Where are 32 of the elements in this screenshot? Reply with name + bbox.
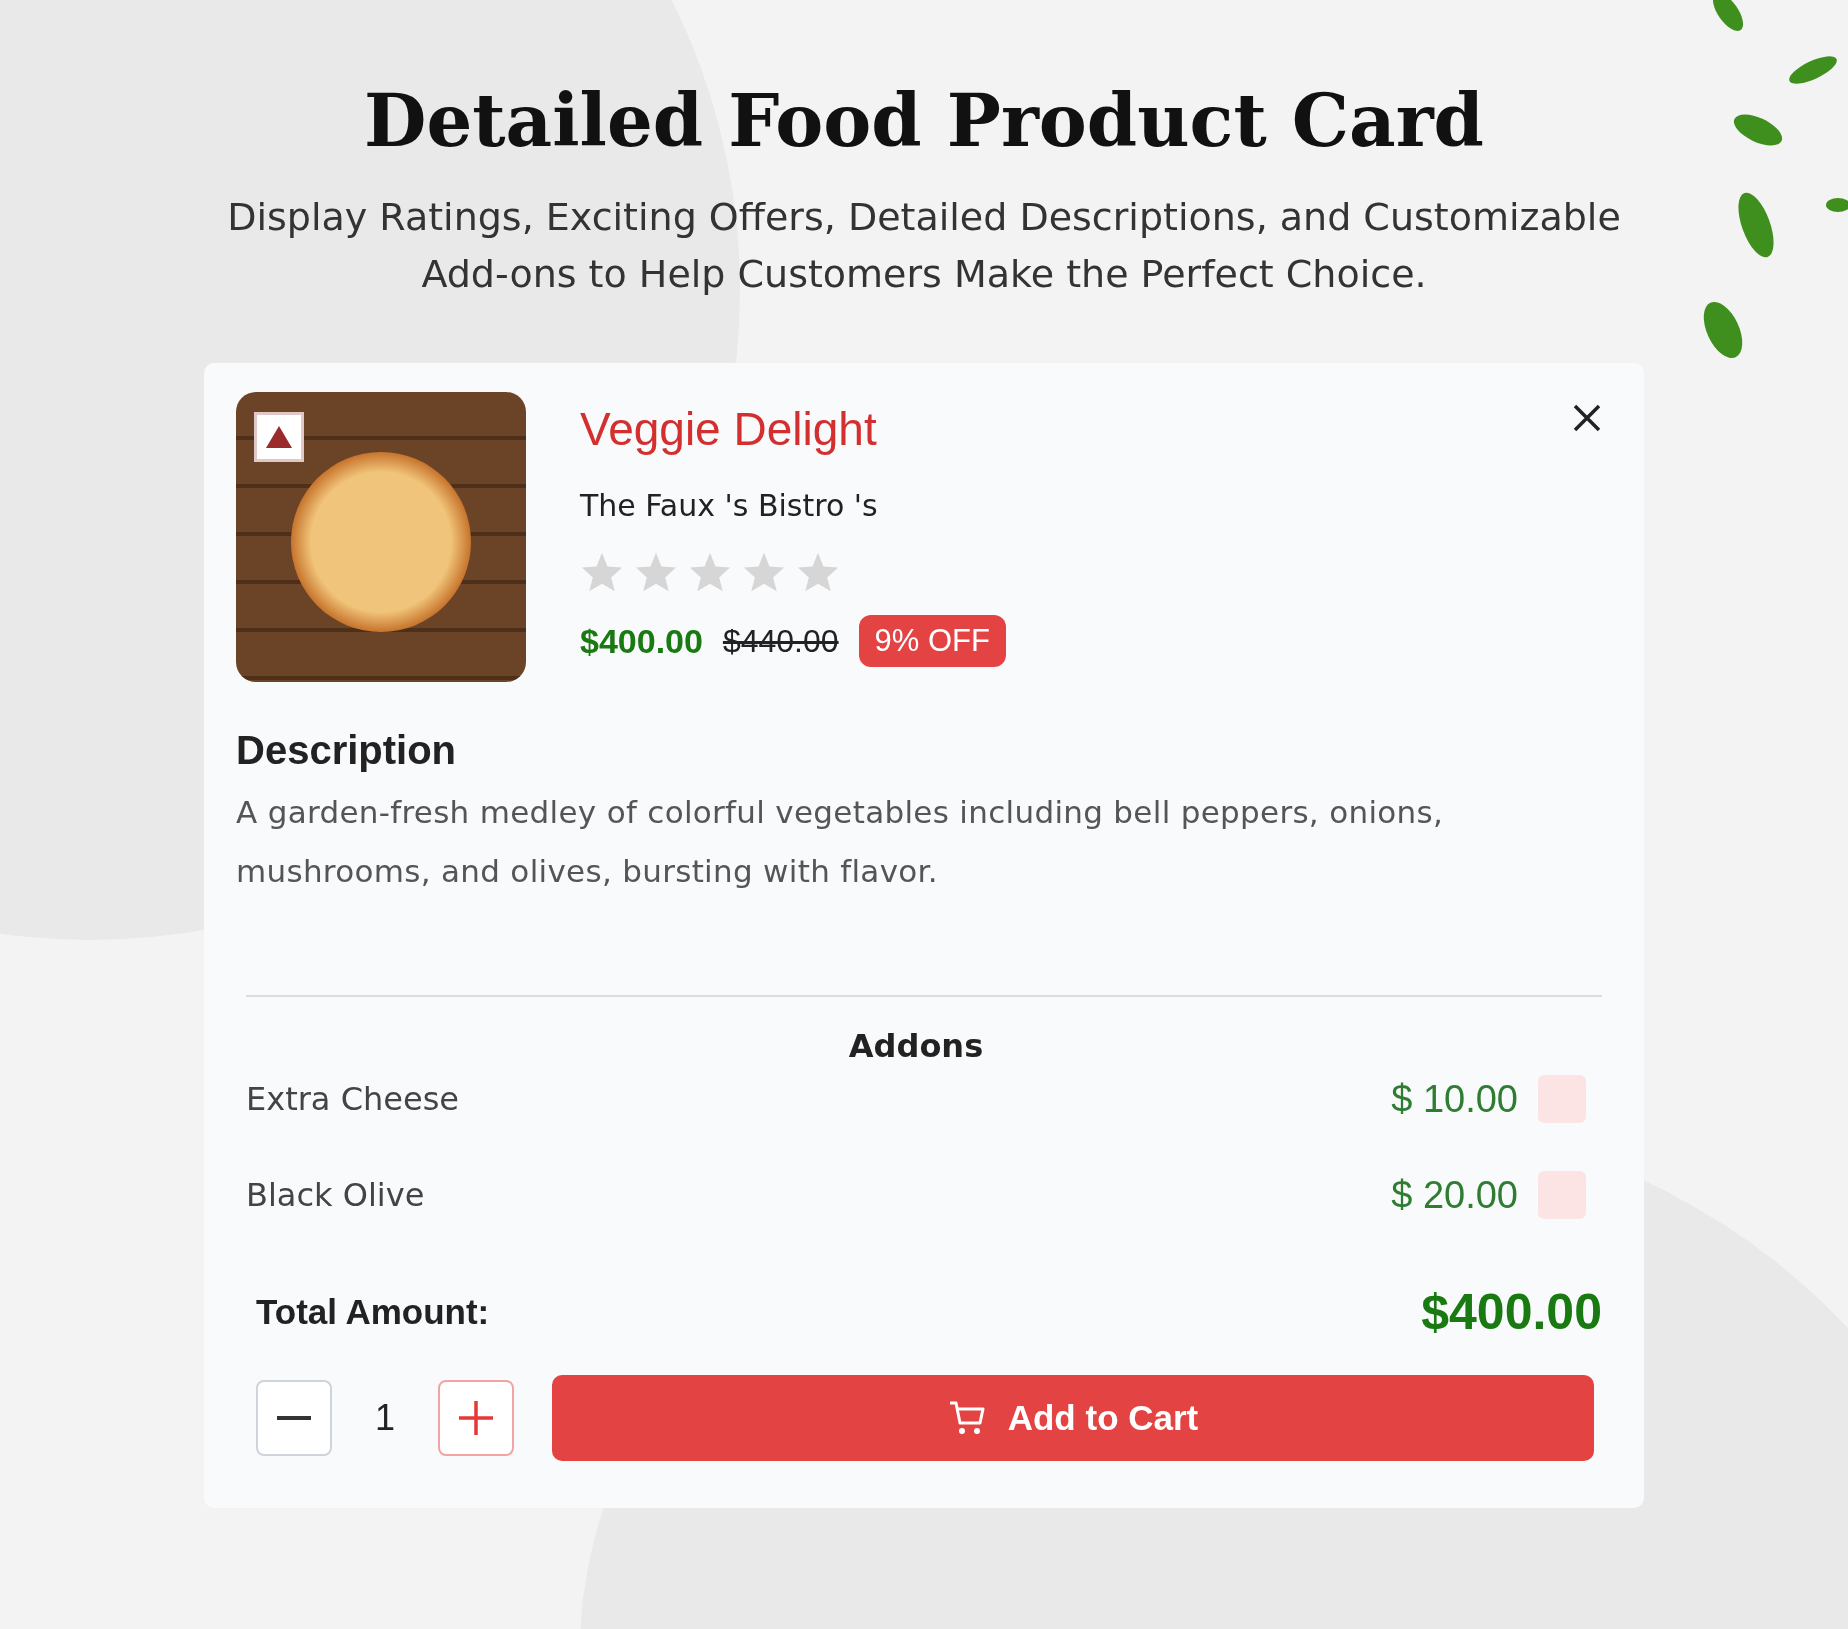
addon-price: $ 20.00 — [1391, 1173, 1518, 1217]
total-amount: $400.00 — [1421, 1283, 1602, 1341]
discount-badge: 9% OFF — [858, 615, 1006, 667]
cart-icon — [947, 1400, 986, 1436]
star-icon — [580, 551, 624, 593]
product-name: Veggie Delight — [580, 402, 878, 456]
description-heading: Description — [236, 728, 458, 773]
old-price: $440.00 — [722, 622, 839, 660]
addon-checkbox[interactable] — [1538, 1171, 1586, 1219]
plus-icon — [459, 1401, 493, 1435]
page-title: Detailed Food Product Card — [364, 78, 1484, 163]
star-icon — [796, 551, 840, 593]
price: $400.00 — [580, 621, 703, 661]
addon-name: Extra Cheese — [246, 1080, 460, 1118]
star-icon — [688, 551, 732, 593]
decrease-button[interactable] — [256, 1380, 332, 1456]
minus-icon — [277, 1416, 311, 1420]
star-icon — [742, 551, 786, 593]
close-button[interactable] — [1572, 403, 1602, 433]
addon-price: $ 10.00 — [1391, 1077, 1518, 1121]
addon-checkbox[interactable] — [1538, 1075, 1586, 1123]
close-icon — [1572, 403, 1602, 433]
increase-button[interactable] — [438, 1380, 514, 1456]
total-label: Total Amount: — [256, 1292, 490, 1332]
add-to-cart-button[interactable]: Add to Cart — [552, 1375, 1594, 1461]
quantity-value: 1 — [374, 1397, 396, 1439]
page-subtitle: Display Ratings, Exciting Offers, Detailed Descriptions, and Customizable Add-ons to Help Customers Make the Perfect Choice. — [226, 194, 1622, 298]
addons-heading: Addons — [847, 1027, 985, 1065]
addon-name: Black Olive — [246, 1176, 426, 1214]
description-text: A garden-fresh medley of colorful vegetables including bell peppers, onions, mushrooms, and olives, bursting with flavor. — [236, 793, 1445, 891]
restaurant-name: The Faux 's Bistro 's — [580, 488, 879, 523]
star-icon — [634, 551, 678, 593]
